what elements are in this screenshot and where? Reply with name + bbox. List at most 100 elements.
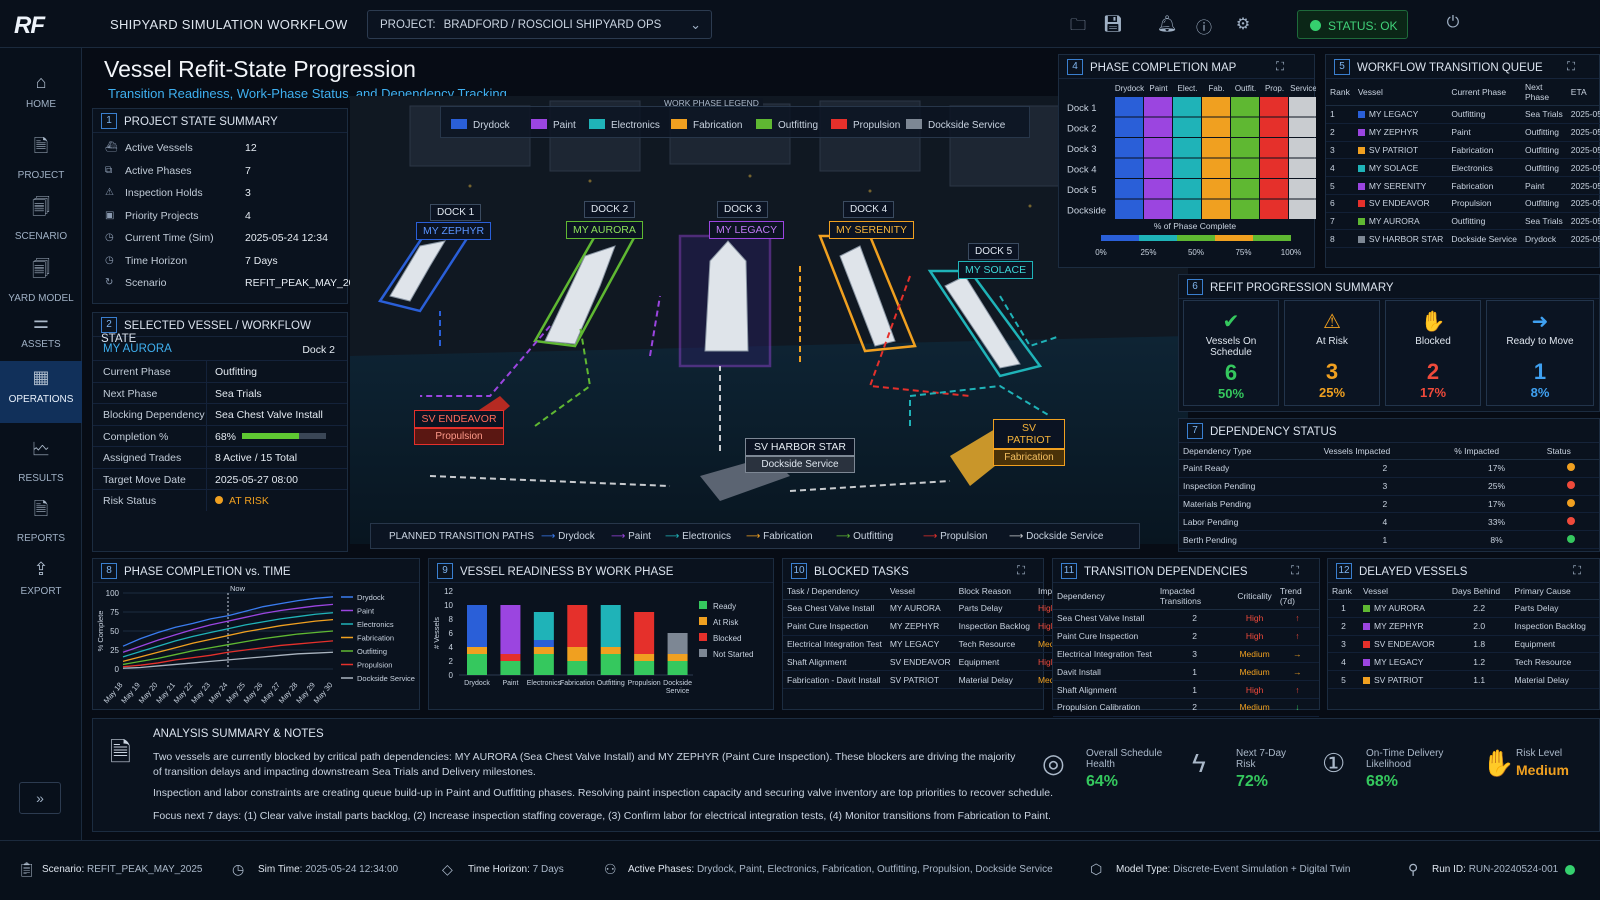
gear-icon[interactable]: ⚙ xyxy=(1232,14,1254,36)
table-row[interactable]: 7MY AURORAOutfittingSea Trials2025-05-27 xyxy=(1326,212,1600,231)
table-row[interactable]: Electrical Integration Test 3 Medium → xyxy=(1053,645,1319,664)
nav-scenario[interactable]: 🗐 SCENARIO xyxy=(0,189,82,247)
vessel-tag-legacy[interactable]: MY LEGACY xyxy=(709,221,785,239)
fullscreen-icon[interactable]: ⛶ xyxy=(1276,61,1284,74)
table-row[interactable]: Propulsion Calibration 2 Medium ↓ xyxy=(1053,698,1319,717)
vessel-tag-aurora[interactable]: MY AURORA xyxy=(566,221,643,239)
table-cell: 33% xyxy=(1450,512,1543,532)
project-selector[interactable]: PROJECT: BRADFORD / ROSCIOLI SHIPYARD OPS… xyxy=(367,10,712,39)
table-row[interactable]: 2MY ZEPHYRPaintOutfitting2025-05-24 xyxy=(1326,123,1600,142)
completion-progress-fill xyxy=(242,432,300,439)
nav-export[interactable]: ⇪ EXPORT xyxy=(0,553,82,611)
selected-vessel-name-row: MY AURORA Dock 2 xyxy=(93,337,347,360)
dependency-status-table: Dependency Type Vessels Impacted% Impacte… xyxy=(1179,443,1599,549)
table-row[interactable]: 3SV PATRIOTFabricationOutfitting2025-05-… xyxy=(1326,141,1600,160)
help-icon[interactable]: ⓘ xyxy=(1193,14,1215,37)
bell-icon[interactable]: 🔔︎ xyxy=(1156,14,1178,36)
table-cell xyxy=(1542,477,1599,496)
table-row[interactable]: 1 MY AURORA 2.2 Parts Delay xyxy=(1328,599,1599,618)
table-row[interactable]: Sea Chest Valve Install 2 High ↑ xyxy=(1053,609,1319,628)
table-row[interactable]: 4 MY LEGACY 1.2 Tech Resource xyxy=(1328,652,1599,672)
table-row[interactable]: 2 MY ZEPHYR 2.0 Inspection Backlog xyxy=(1328,617,1599,636)
app-title: SHIPYARD SIMULATION WORKFLOW xyxy=(110,17,348,32)
folder-icon[interactable]: 🗀 xyxy=(1067,14,1089,36)
nav-results[interactable]: 🗠 RESULTS xyxy=(0,431,82,489)
kpi-card-ready-to-move: ➜ Ready to Move 1 8% xyxy=(1486,300,1594,406)
nav-project[interactable]: 🗎 PROJECT xyxy=(0,128,82,186)
heatmap-cell xyxy=(1173,158,1201,178)
panel-title: REFIT PROGRESSION SUMMARY xyxy=(1210,282,1394,295)
row-value: 7 Days xyxy=(245,254,278,267)
table-row[interactable]: 5 SV PATRIOT 1.1 Material Delay xyxy=(1328,670,1599,689)
table-cell: 8 xyxy=(1326,229,1354,249)
legend-swatch xyxy=(699,633,707,641)
colorbar-tick-label: 100% xyxy=(1281,248,1301,257)
workflow-row: Next Phase Sea Trials xyxy=(93,381,347,403)
results-icon: 🗠 xyxy=(31,439,51,459)
heatmap-cell xyxy=(1260,179,1288,199)
nav-operations[interactable]: ▦ OPERATIONS xyxy=(0,361,82,423)
legend-item: Drydock xyxy=(451,119,510,131)
nav-home[interactable]: ⌂ HOME xyxy=(0,66,82,124)
table-cell: Equipment xyxy=(954,652,1034,672)
phase-color-swatch xyxy=(1357,235,1365,243)
fullscreen-icon[interactable]: ⛶ xyxy=(1291,565,1299,578)
table-cell: SV PATRIOT xyxy=(1353,141,1448,160)
nav-yard-model[interactable]: 🗐 YARD MODEL xyxy=(0,251,82,309)
vessel-tag-endeavor[interactable]: SV ENDEAVOR Propulsion xyxy=(414,410,504,445)
table-row[interactable]: Labor Pending 4 33% xyxy=(1179,512,1599,532)
summary-row: ⚠ Inspection Holds 3 xyxy=(93,182,347,205)
table-row[interactable]: Paint Cure Inspection MY ZEPHYR Inspection… xyxy=(783,617,1073,636)
gauge-icon: ◎ xyxy=(1042,748,1065,778)
delayed-vessels-table: Rank Vessel Days Behind Primary Cause 1 MY AU… xyxy=(1328,583,1599,689)
vessel-tag-patriot[interactable]: SV PATRIOT Fabrication xyxy=(993,419,1065,466)
clock-icon: ◷ xyxy=(232,861,245,877)
table-row[interactable]: Sea Chest Valve Install MY AURORA Parts De… xyxy=(783,599,1073,618)
nav-reports[interactable]: 🗎 REPORTS xyxy=(0,491,82,549)
table-row[interactable]: Davit Install 1 Medium → xyxy=(1053,662,1319,682)
kpi-label: Likelihood xyxy=(1366,759,1412,770)
table-row[interactable]: 5MY SERENITYFabricationPaint2025-05-26 xyxy=(1326,176,1600,195)
fullscreen-icon[interactable]: ⛶ xyxy=(1017,565,1025,578)
path-item: ⟶ Electronics xyxy=(665,531,731,542)
table-row[interactable]: Berth Pending 1 8% xyxy=(1179,530,1599,549)
table-cell: Outfitting xyxy=(1520,123,1567,142)
table-row[interactable]: 1MY LEGACYOutfittingSea Trials2025-05-24 xyxy=(1326,105,1600,124)
table-row[interactable]: Paint Ready 2 17% xyxy=(1179,459,1599,478)
layers-icon: ⧉ xyxy=(105,164,113,176)
dock-label: DOCK 3 xyxy=(717,201,769,218)
table-row[interactable]: 6SV ENDEAVORPropulsionOutfitting2025-05-… xyxy=(1326,194,1600,213)
fullscreen-icon[interactable]: ⛶ xyxy=(1573,565,1581,578)
panel-title: PROJECT STATE SUMMARY xyxy=(124,116,278,129)
y-tick-label: 4 xyxy=(449,643,454,652)
vessel-tag-serenity[interactable]: MY SERENITY xyxy=(829,221,914,239)
table-row[interactable]: Inspection Pending 3 25% xyxy=(1179,477,1599,496)
briefcase-icon: ▣ xyxy=(105,209,115,221)
card-label: Vessels On Schedule xyxy=(1205,336,1257,358)
status-footer: 📋︎ Scenario: REFIT_PEAK_MAY_2025 ◷ Sim T… xyxy=(0,840,1600,900)
expand-sidebar-button[interactable]: » xyxy=(19,782,61,814)
heatmap-cell xyxy=(1231,158,1259,178)
power-icon[interactable]: ⏻ xyxy=(1442,14,1464,36)
legend-label: Outfitting xyxy=(357,647,387,656)
table-row[interactable]: 8 SV HARBOR STAR Dockside Service Drydock 20… xyxy=(1326,229,1600,249)
path-label: Electronics xyxy=(682,531,732,542)
vessel-tag-zephyr[interactable]: MY ZEPHYR xyxy=(416,222,492,240)
table-row[interactable]: Fabrication - Davit Install SV PATRIOT Mat… xyxy=(783,670,1073,689)
save-icon[interactable]: 💾︎ xyxy=(1102,14,1124,36)
table-row[interactable]: 4MY SOLACEElectronicsOutfitting2025-05-2… xyxy=(1326,158,1600,178)
fullscreen-icon[interactable]: ⛶ xyxy=(1567,61,1575,74)
table-cell: → xyxy=(1275,662,1319,682)
table-cell: MY AURORA xyxy=(885,599,955,618)
table-row[interactable]: 3 SV ENDEAVOR 1.8 Equipment xyxy=(1328,635,1599,654)
heatmap-cell xyxy=(1260,97,1288,117)
vessel-tag-harbor-star[interactable]: SV HARBOR STAR Dockside Service xyxy=(745,438,855,473)
nav-assets[interactable]: ⚌ ASSETS xyxy=(0,306,82,364)
vessel-tag-solace[interactable]: MY SOLACE xyxy=(958,261,1034,279)
table-row[interactable]: Materials Pending 2 17% xyxy=(1179,495,1599,514)
table-row[interactable]: Shaft Alignment 1 High ↑ xyxy=(1053,680,1319,699)
table-row[interactable]: Paint Cure Inspection 2 High ↑ xyxy=(1053,627,1319,646)
table-row[interactable]: Electrical Integration Test MY LEGACY Tech… xyxy=(783,635,1073,654)
table-row[interactable]: Shaft Alignment SV ENDEAVOR Equipment High xyxy=(783,652,1073,672)
hourglass-icon: ◷ xyxy=(105,254,114,266)
